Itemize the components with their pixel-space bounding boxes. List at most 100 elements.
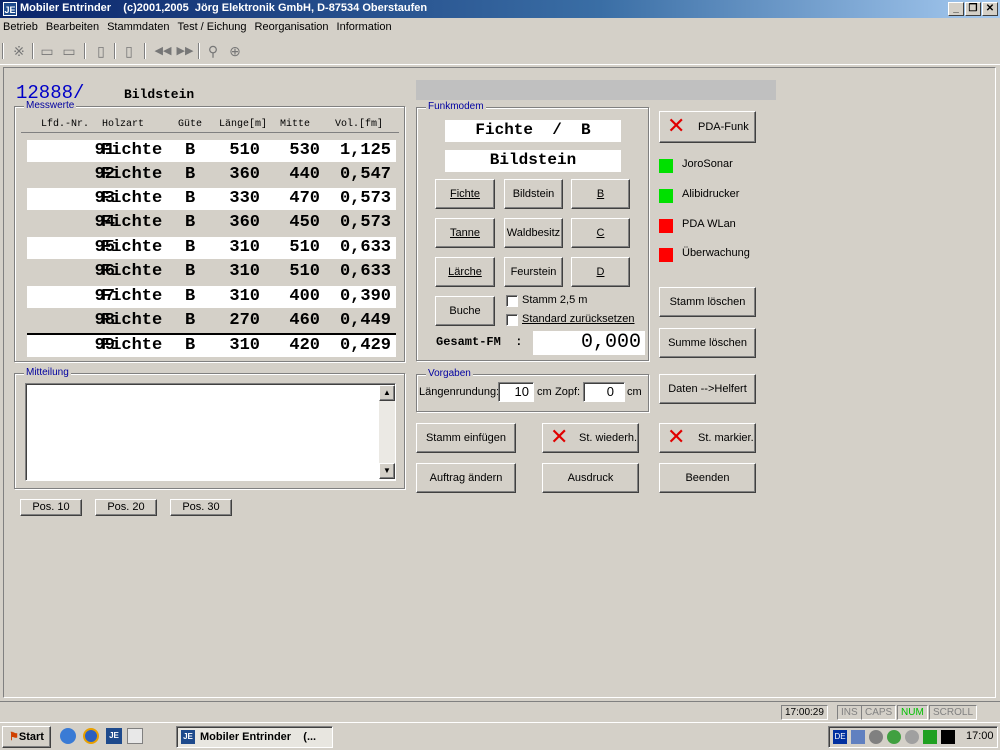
mitteilung-textarea[interactable] bbox=[25, 383, 396, 481]
start-button[interactable]: ⚑Start bbox=[2, 726, 51, 748]
menu-stammdaten[interactable]: Stammdaten bbox=[104, 19, 172, 35]
status-scroll: SCROLL bbox=[929, 705, 978, 720]
table-row[interactable]: 93 Fichte B 330 470 0,573 bbox=[27, 188, 396, 210]
column-header-vol: Vol.[fm] bbox=[335, 119, 384, 130]
tray-app-icon[interactable] bbox=[905, 730, 919, 744]
summe-loeschen-button[interactable]: Summe löschen bbox=[659, 328, 756, 358]
tray-app-icon[interactable] bbox=[923, 730, 937, 744]
species-laerche-button[interactable]: Lärche bbox=[435, 257, 495, 287]
minimize-button[interactable]: _ bbox=[948, 2, 964, 16]
app-icon: JE bbox=[181, 730, 195, 744]
beenden-button[interactable]: Beenden bbox=[659, 463, 756, 493]
table-row[interactable]: 95 Fichte B 310 510 0,633 bbox=[27, 237, 396, 259]
column-header-nr: Lfd.-Nr. bbox=[41, 119, 90, 130]
table-row[interactable]: 99 Fichte B 310 420 0,429 bbox=[27, 335, 396, 357]
ie-icon[interactable] bbox=[83, 728, 99, 744]
open-folder-icon[interactable]: ▭ bbox=[38, 42, 56, 60]
st-markier-button[interactable]: ✕ St. markier. bbox=[659, 423, 756, 453]
desktop-icon[interactable] bbox=[127, 728, 143, 744]
tray-app-icon[interactable] bbox=[869, 730, 883, 744]
trash-icon[interactable]: ▯ bbox=[120, 42, 138, 60]
table-row[interactable]: 96 Fichte B 310 510 0,633 bbox=[27, 261, 396, 283]
status-ins: INS bbox=[837, 705, 862, 720]
cell-laenge: 310 bbox=[229, 336, 260, 355]
network-icon[interactable] bbox=[851, 730, 865, 744]
stamm-checkbox[interactable] bbox=[506, 295, 518, 307]
species-fichte-button[interactable]: Fichte bbox=[435, 179, 495, 209]
app-icon: JE bbox=[3, 2, 17, 16]
toolbar-separator bbox=[144, 43, 146, 59]
menu-reorganisation[interactable]: Reorganisation bbox=[252, 19, 332, 35]
cell-guete: B bbox=[185, 141, 196, 160]
order-location: Bildstein bbox=[124, 87, 195, 102]
pda-funk-button[interactable]: ✕ PDA-Funk bbox=[659, 111, 756, 143]
settings-icon[interactable]: ※ bbox=[10, 42, 28, 60]
taskbar-clock: 17:00 bbox=[966, 730, 994, 742]
cell-vol: 0,573 bbox=[339, 213, 391, 232]
search-icon[interactable]: ⚲ bbox=[204, 42, 222, 60]
stamm-loeschen-button[interactable]: Stamm löschen bbox=[659, 287, 756, 317]
owner-feurstein-button[interactable]: Feurstein bbox=[504, 257, 563, 287]
table-row[interactable]: 92 Fichte B 360 440 0,547 bbox=[27, 164, 396, 186]
grade-c-button[interactable]: C bbox=[571, 218, 630, 248]
scroll-up-icon[interactable]: ▲ bbox=[379, 385, 395, 401]
next-icon[interactable]: ▶▶ bbox=[174, 42, 196, 60]
toolbar-separator bbox=[114, 43, 116, 59]
table-row[interactable]: 94 Fichte B 360 450 0,573 bbox=[27, 212, 396, 234]
cell-mitte: 530 bbox=[289, 141, 320, 160]
st-wiederh-button[interactable]: ✕ St. wiederh. bbox=[542, 423, 639, 453]
pos-20-button[interactable]: Pos. 20 bbox=[95, 499, 157, 516]
language-icon[interactable]: DE bbox=[833, 730, 847, 744]
cell-laenge: 360 bbox=[229, 165, 260, 184]
close-button[interactable]: ✕ bbox=[982, 2, 998, 16]
previous-icon[interactable]: ◀◀ bbox=[152, 42, 174, 60]
cell-mitte: 460 bbox=[289, 311, 320, 330]
cell-guete: B bbox=[185, 287, 196, 306]
zopf-input[interactable]: 0 bbox=[583, 382, 625, 402]
maximize-button[interactable]: ❐ bbox=[965, 2, 981, 16]
browser-icon[interactable] bbox=[60, 728, 76, 744]
status-led-icon bbox=[659, 219, 673, 233]
funkmodem-label: Funkmodem bbox=[426, 101, 486, 112]
table-row[interactable]: 97 Fichte B 310 400 0,390 bbox=[27, 286, 396, 308]
table-row[interactable]: 91 Fichte B 510 530 1,125 bbox=[27, 140, 396, 162]
cell-mitte: 420 bbox=[289, 336, 320, 355]
windows-flag-icon: ⚑ bbox=[9, 731, 19, 743]
table-row[interactable]: 98 Fichte B 270 460 0,449 bbox=[27, 310, 396, 332]
menu-bearbeiten[interactable]: Bearbeiten bbox=[43, 19, 102, 35]
daten-helfert-button[interactable]: Daten -->Helfert bbox=[659, 374, 756, 404]
cell-guete: B bbox=[185, 311, 196, 330]
auftrag-aendern-button[interactable]: Auftrag ändern bbox=[416, 463, 516, 493]
mitteilung-label: Mitteilung bbox=[24, 367, 71, 378]
page-icon[interactable]: ▯ bbox=[92, 42, 110, 60]
taskbar-task-entrinder[interactable]: JE Mobiler Entrinder (... bbox=[176, 726, 333, 748]
toolbar: ※ ▭ ▭ ▯ ▯ ◀◀ ▶▶ ⚲ ⊕ bbox=[0, 37, 1000, 65]
pos-10-button[interactable]: Pos. 10 bbox=[20, 499, 82, 516]
stamm-einfuegen-button[interactable]: Stamm einfügen bbox=[416, 423, 516, 453]
tray-app-icon[interactable] bbox=[941, 730, 955, 744]
tray-app-icon[interactable] bbox=[887, 730, 901, 744]
menu-test-eichung[interactable]: Test / Eichung bbox=[174, 19, 249, 35]
pos-30-button[interactable]: Pos. 30 bbox=[170, 499, 232, 516]
ausdruck-button[interactable]: Ausdruck bbox=[542, 463, 639, 493]
title-bar[interactable]: JE Mobiler Entrinder (c)2001,2005 Jörg E… bbox=[0, 0, 1000, 18]
cell-mitte: 510 bbox=[289, 262, 320, 281]
species-tanne-button[interactable]: Tanne bbox=[435, 218, 495, 248]
status-time: 17:00:29 bbox=[781, 705, 828, 720]
standard-checkbox[interactable] bbox=[506, 314, 518, 326]
app-quicklaunch-icon[interactable]: JE bbox=[106, 728, 122, 744]
species-buche-button[interactable]: Buche bbox=[435, 296, 495, 326]
toolbar-separator bbox=[32, 43, 34, 59]
cell-holz: Fichte bbox=[101, 213, 163, 232]
gesamt-label: Gesamt-FM : bbox=[436, 335, 523, 349]
grade-d-button[interactable]: D bbox=[571, 257, 630, 287]
scroll-down-icon[interactable]: ▼ bbox=[379, 463, 395, 479]
grade-b-button[interactable]: B bbox=[571, 179, 630, 209]
owner-bildstein-button[interactable]: Bildstein bbox=[504, 179, 563, 209]
zoom-icon[interactable]: ⊕ bbox=[226, 42, 244, 60]
menu-information[interactable]: Information bbox=[334, 19, 395, 35]
display-icon[interactable]: ▭ bbox=[60, 42, 78, 60]
laengenrundung-input[interactable]: 10 bbox=[498, 382, 534, 402]
owner-waldbesitz-button[interactable]: Waldbesitz bbox=[504, 218, 563, 248]
menu-betrieb[interactable]: Betrieb bbox=[0, 19, 41, 35]
